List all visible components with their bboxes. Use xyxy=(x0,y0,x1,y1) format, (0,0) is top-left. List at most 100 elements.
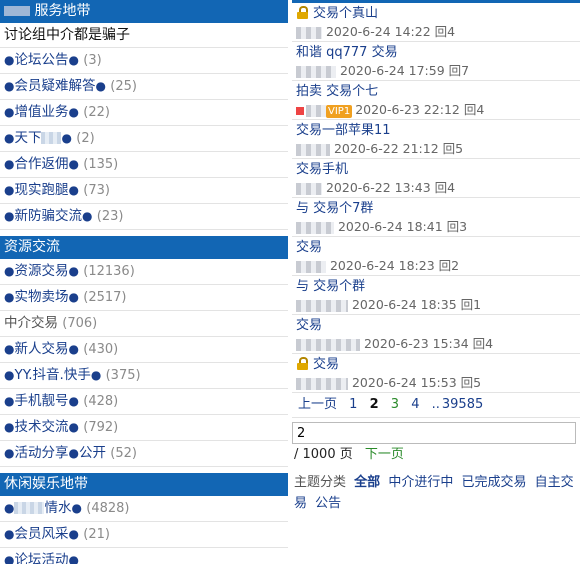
blurred-region xyxy=(41,132,62,144)
forum-item[interactable]: ●论坛活动● xyxy=(0,548,288,564)
section-subtitle[interactable]: 讨论组中介都是骗子 xyxy=(0,23,288,48)
category-all[interactable]: 全部 xyxy=(354,475,380,490)
forum-item[interactable]: ●实物卖场● (2517) xyxy=(0,285,288,311)
forum-item[interactable]: ●活动分享●公开 (52) xyxy=(0,441,288,467)
page-jump-input[interactable] xyxy=(292,422,576,444)
bullet-icon: ● xyxy=(68,342,79,356)
forum-item-label[interactable]: 活动分享 xyxy=(14,445,68,461)
bullet-icon: ● xyxy=(95,79,106,93)
page-link-3[interactable]: 3 xyxy=(391,397,399,412)
forum-item[interactable]: 中介交易 (706) xyxy=(0,311,288,337)
topic-row[interactable]: 与 交易个7群 2020-6-24 18:41 回3 xyxy=(292,198,580,237)
forum-item-count: (428) xyxy=(83,394,119,409)
forum-item-label[interactable]: 情水 xyxy=(44,500,71,516)
forum-item[interactable]: ●会员风采● (21) xyxy=(0,522,288,548)
topic-title[interactable]: 交易一部苹果11 xyxy=(296,123,391,138)
section-header-service[interactable]: 服务地带 xyxy=(0,0,288,23)
bullet-icon: ● xyxy=(4,264,15,278)
section-header-resources[interactable]: 资源交流 xyxy=(0,236,288,259)
category-completed[interactable]: 已完成交易 xyxy=(461,475,526,490)
category-announcement[interactable]: 公告 xyxy=(315,496,341,511)
forum-item[interactable]: ●资源交易● (12136) xyxy=(0,259,288,285)
page-link-4[interactable]: 4 xyxy=(411,397,419,412)
forum-item-label[interactable]: 增值业务 xyxy=(14,104,68,120)
topic-row[interactable]: 拍卖 交易个七 VIP1 2020-6-23 22:12 回4 xyxy=(292,81,580,120)
forum-item-label[interactable]: 新防骗交流 xyxy=(14,208,82,224)
topic-row[interactable]: 交易 2020-6-24 15:53 回5 xyxy=(292,354,580,393)
forum-item-label[interactable]: 会员风采 xyxy=(14,526,68,542)
topic-title[interactable]: 交易手机 xyxy=(296,162,348,177)
topic-title[interactable]: 和谐 qq777 交易 xyxy=(296,45,398,60)
section-title: 服务地带 xyxy=(34,3,91,19)
forum-item-count: (706) xyxy=(62,316,98,331)
forum-item[interactable]: ●天下 ● (2) xyxy=(0,126,288,152)
topic-row[interactable]: 交易 2020-6-24 18:23 回2 xyxy=(292,237,580,276)
section-title: 休闲娱乐地带 xyxy=(4,476,88,492)
forum-item-count: (25) xyxy=(110,79,137,94)
forum-item-label[interactable]: YY.抖音.快手 xyxy=(14,367,90,383)
topic-title[interactable]: 交易 xyxy=(313,357,339,372)
topic-row[interactable]: 交易 2020-6-23 15:34 回4 xyxy=(292,315,580,354)
blurred-region xyxy=(296,182,322,195)
bullet-icon: ● xyxy=(81,209,93,223)
forum-item-label[interactable]: 合作返佣 xyxy=(14,156,68,172)
forum-item[interactable]: ●会员疑难解答● (25) xyxy=(0,74,288,100)
forum-item[interactable]: ●新人交易● (430) xyxy=(0,337,288,363)
forum-item-label[interactable]: 资源交易 xyxy=(14,263,68,279)
page-link-1[interactable]: 1 xyxy=(349,397,357,412)
next-page-link[interactable]: 下一页 xyxy=(365,447,404,462)
forum-item-label[interactable]: 会员疑难解答 xyxy=(14,78,95,94)
bullet-icon: ● xyxy=(68,527,79,541)
forum-item-label[interactable]: 中介交易 xyxy=(4,315,58,331)
topic-row[interactable]: 交易个真山 2020-6-24 14:22 回4 xyxy=(292,3,580,42)
bullet-icon: ● xyxy=(61,131,72,145)
lock-icon xyxy=(296,6,309,19)
topic-title[interactable]: 拍卖 交易个七 xyxy=(296,84,378,99)
forum-item[interactable]: ●合作返佣● (135) xyxy=(0,152,288,178)
forum-item-label[interactable]: 论坛活动 xyxy=(14,552,68,564)
forum-item-label[interactable]: 实物卖场 xyxy=(14,289,68,305)
topic-title[interactable]: 交易 xyxy=(296,240,322,255)
forum-item[interactable]: ●新防骗交流● (23) xyxy=(0,204,288,230)
topic-title[interactable]: 交易 xyxy=(296,318,322,333)
bullet-icon: ● xyxy=(68,157,79,171)
bullet-icon: ● xyxy=(4,105,15,119)
forum-item-label[interactable]: 天下 xyxy=(14,130,41,146)
forum-item[interactable]: ●YY.抖音.快手● (375) xyxy=(0,363,288,389)
category-label: 主题分类 xyxy=(294,475,347,490)
topic-meta: 2020-6-22 13:43 回4 xyxy=(325,180,456,195)
forum-item-tag[interactable]: 公开 xyxy=(79,445,106,461)
forum-item[interactable]: ●论坛公告● (3) xyxy=(0,48,288,74)
forum-item-label[interactable]: 手机靓号 xyxy=(14,393,68,409)
topic-row[interactable]: 交易一部苹果11 2020-6-22 21:12 回5 xyxy=(292,120,580,159)
forum-item[interactable]: ● 情水● (4828) xyxy=(0,496,288,522)
topic-meta: 2020-6-24 14:22 回4 xyxy=(325,24,456,39)
bullet-icon: ● xyxy=(71,501,82,515)
topic-row[interactable]: 和谐 qq777 交易 2020-6-24 17:59 回7 xyxy=(292,42,580,81)
prev-page-link[interactable]: 上一页 xyxy=(298,397,337,412)
page-link-last[interactable]: 39585 xyxy=(442,397,483,412)
section-header-leisure[interactable]: 休闲娱乐地带 xyxy=(0,473,288,496)
forum-item-label[interactable]: 技术交流 xyxy=(14,419,68,435)
topic-meta: 2020-6-24 18:23 回2 xyxy=(329,258,460,273)
blurred-region xyxy=(14,502,45,514)
topic-title[interactable]: 与 交易个7群 xyxy=(296,201,373,216)
topic-title[interactable]: 与 交易个群 xyxy=(296,279,365,294)
topic-title[interactable]: 交易个真山 xyxy=(313,6,378,21)
forum-item[interactable]: ●增值业务● (22) xyxy=(0,100,288,126)
category-in-progress[interactable]: 中介进行中 xyxy=(388,475,453,490)
forum-item[interactable]: ●现实跑腿● (73) xyxy=(0,178,288,204)
topic-row[interactable]: 与 交易个群 2020-6-24 18:35 回1 xyxy=(292,276,580,315)
forum-item-label[interactable]: 论坛公告 xyxy=(14,52,68,68)
forum-item-count: (73) xyxy=(83,183,110,198)
page-total: / 1000 页 xyxy=(294,447,353,462)
forum-item[interactable]: ●手机靓号● (428) xyxy=(0,389,288,415)
forum-item-label[interactable]: 现实跑腿 xyxy=(14,182,68,198)
blurred-region xyxy=(296,260,326,273)
bullet-icon: ● xyxy=(68,264,79,278)
forum-item-label[interactable]: 新人交易 xyxy=(14,341,68,357)
forum-item[interactable]: ●技术交流● (792) xyxy=(0,415,288,441)
bullet-icon: ● xyxy=(68,420,79,434)
topic-row[interactable]: 交易手机 2020-6-22 13:43 回4 xyxy=(292,159,580,198)
forum-item-count: (430) xyxy=(83,342,119,357)
